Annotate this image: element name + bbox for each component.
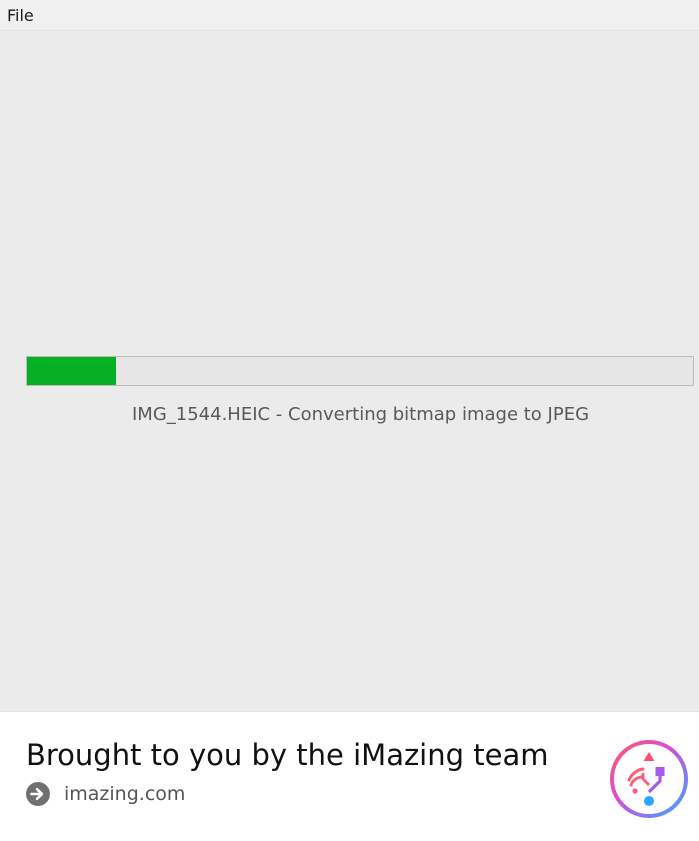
arrow-right-circle-icon: [26, 782, 50, 806]
imazing-logo-icon: [610, 740, 688, 818]
menu-file[interactable]: File: [7, 6, 34, 26]
status-text: IMG_1544.HEIC - Converting bitmap image …: [131, 404, 590, 425]
main-content: IMG_1544.HEIC - Converting bitmap image …: [0, 31, 699, 711]
app-window: File IMG_1544.HEIC - Converting bitmap i…: [0, 0, 699, 841]
website-link-text[interactable]: imazing.com: [64, 782, 185, 806]
progress-bar-fill: [27, 357, 116, 385]
progress-bar: [26, 356, 694, 386]
footer-banner: Brought to you by the iMazing team imazi…: [0, 711, 699, 841]
menu-bar: File: [0, 0, 699, 31]
website-link[interactable]: imazing.com: [26, 782, 185, 806]
footer-tagline: Brought to you by the iMazing team: [26, 738, 549, 772]
